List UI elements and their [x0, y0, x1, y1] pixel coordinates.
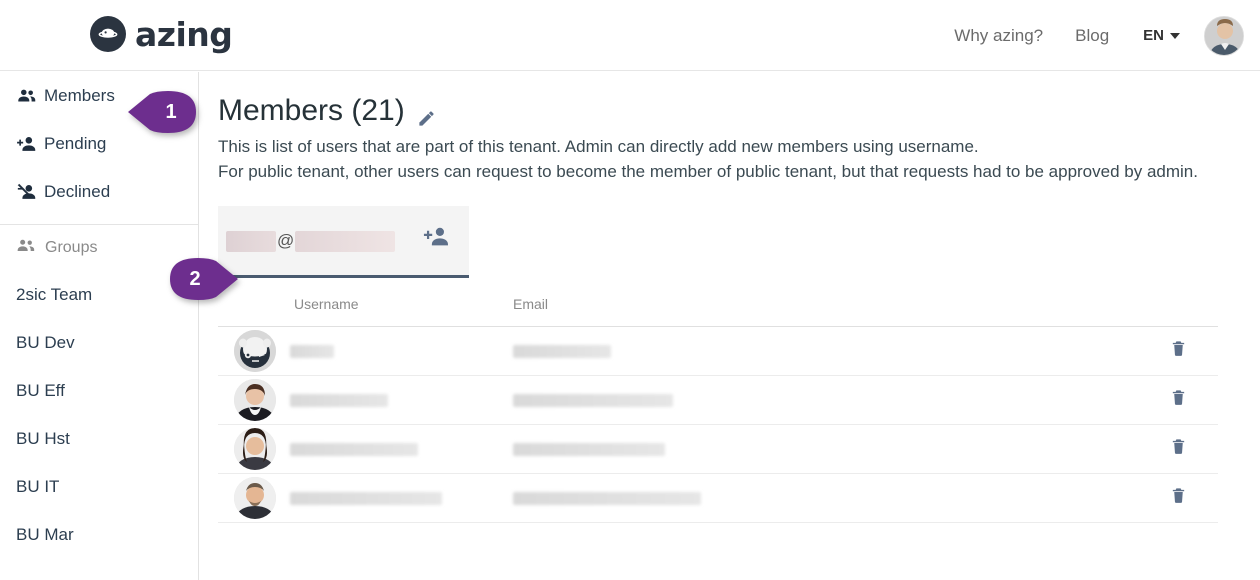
panda-mask-avatar [234, 330, 276, 372]
page-description-line2: For public tenant, other users can reque… [218, 162, 1198, 181]
group-label: BU Eff [16, 381, 65, 400]
logo[interactable]: azing [90, 14, 233, 54]
sidebar-item-declined[interactable]: Declined [0, 168, 198, 216]
sidebar-item-label: Members [44, 86, 115, 105]
sidebar-group-bu-dev[interactable]: BU Dev [0, 319, 198, 367]
redacted-email-value [513, 393, 673, 407]
at-symbol: @ [277, 231, 295, 250]
language-selector[interactable]: EN [1125, 27, 1190, 44]
redacted-username-value [290, 393, 388, 407]
group-label: BU Mar [16, 525, 74, 544]
sidebar-group-bu-hst[interactable]: BU Hst [0, 415, 198, 463]
people-icon [16, 85, 38, 107]
page-description-line1: This is list of users that are part of t… [218, 137, 979, 156]
redacted-username [226, 230, 276, 252]
delete-member-button[interactable] [1138, 437, 1218, 461]
add-member-box: @ [218, 206, 469, 278]
table-row[interactable] [218, 474, 1218, 523]
cell-username [218, 379, 513, 421]
redacted-email-value [513, 442, 665, 456]
azing-planet-icon [90, 16, 126, 52]
cell-username [218, 477, 513, 519]
table-row[interactable] [218, 327, 1218, 376]
page-title-text: Members (21) [218, 94, 405, 127]
group-label: BU Dev [16, 333, 75, 352]
avatar[interactable] [1204, 15, 1244, 56]
people-group-icon [16, 236, 36, 261]
sidebar-item-label: Declined [44, 182, 111, 201]
table-row[interactable] [218, 425, 1218, 474]
logo-text: azing [135, 14, 233, 54]
cell-email [513, 442, 1138, 456]
person-add-icon [16, 133, 38, 155]
redacted-username-value [290, 491, 442, 505]
cell-email [513, 491, 1138, 505]
redacted-username-value [290, 442, 418, 456]
nav-link-why-azing[interactable]: Why azing? [938, 26, 1059, 46]
callout-badge-2: 2 [168, 258, 238, 300]
cell-username [218, 428, 513, 470]
sidebar-group-bu-eff[interactable]: BU Eff [0, 367, 198, 415]
man-photo-avatar [234, 477, 276, 519]
cell-email [513, 393, 1138, 407]
redacted-email-value [513, 491, 701, 505]
delete-member-button[interactable] [1138, 486, 1218, 510]
column-header-username: Username [294, 296, 359, 312]
table-header-row: Username Email [218, 296, 1218, 327]
trash-icon [1170, 388, 1187, 412]
trash-icon [1170, 339, 1187, 363]
language-label: EN [1143, 27, 1164, 44]
group-label: 2sic Team [16, 285, 93, 304]
sidebar-group-bu-it[interactable]: BU IT [0, 463, 198, 511]
chevron-down-icon [1170, 32, 1180, 39]
sidebar-group-bu-mar[interactable]: BU Mar [0, 511, 198, 559]
delete-member-button[interactable] [1138, 388, 1218, 412]
callout-number: 1 [165, 100, 177, 123]
callout-number: 2 [189, 267, 201, 290]
pencil-icon[interactable] [417, 102, 436, 126]
column-header-email: Email [513, 296, 549, 312]
woman2-photo-avatar [234, 428, 276, 470]
redacted-email-value [513, 344, 611, 358]
woman-photo-avatar [234, 379, 276, 421]
sidebar-groups-label: Groups [45, 239, 98, 256]
person-add-icon [423, 223, 451, 256]
nav-link-blog[interactable]: Blog [1059, 26, 1125, 46]
members-table: Username Email [218, 296, 1218, 523]
trash-icon [1170, 437, 1187, 461]
cell-username [218, 330, 513, 372]
redacted-username-value [290, 344, 334, 358]
add-member-button[interactable] [405, 203, 469, 275]
person-remove-icon [16, 181, 38, 203]
redacted-domain [295, 230, 396, 252]
cell-email [513, 344, 1138, 358]
add-member-input[interactable]: @ [218, 217, 405, 275]
sidebar-item-label: Pending [44, 134, 107, 153]
top-header-bar: azing Why azing? Blog EN [0, 0, 1260, 71]
trash-icon [1170, 486, 1187, 510]
delete-member-button[interactable] [1138, 339, 1218, 363]
group-label: BU Hst [16, 429, 70, 448]
page-title: Members (21) [218, 94, 1230, 128]
header-nav: Why azing? Blog EN [938, 0, 1244, 71]
callout-badge-1: 1 [128, 91, 198, 133]
sidebar: Members Pending Declined Groups 2sic Tea… [0, 72, 199, 580]
group-label: BU IT [16, 477, 60, 496]
table-row[interactable] [218, 376, 1218, 425]
main-content: Members (21) This is list of users that … [200, 72, 1260, 580]
